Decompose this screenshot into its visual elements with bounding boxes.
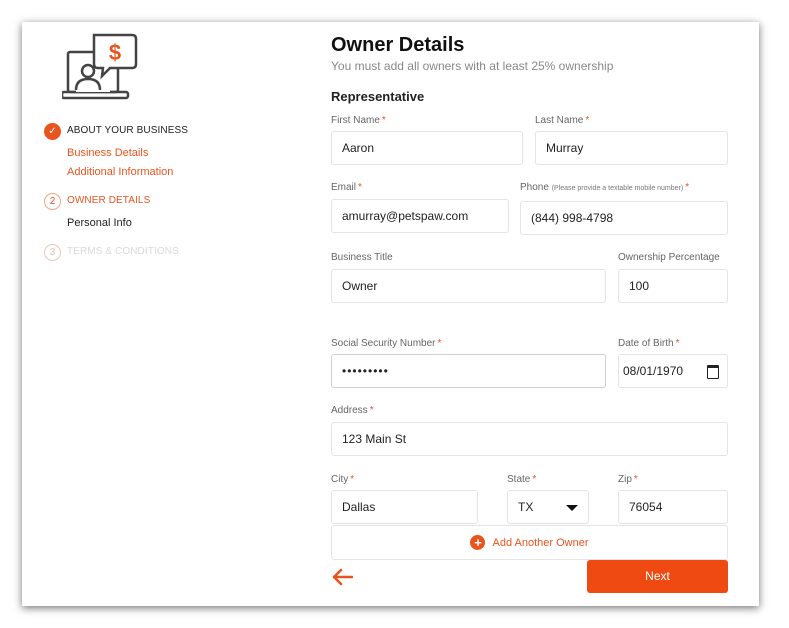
- person-with-dollar-speech-bubble-icon: $: [62, 33, 138, 100]
- add-another-owner-button[interactable]: + Add Another Owner: [331, 525, 728, 560]
- address-field[interactable]: 123 Main St: [331, 422, 728, 456]
- dob-label: Date of Birth *: [618, 338, 680, 349]
- dob-value: 08/01/1970: [623, 364, 684, 378]
- address-label: Address *: [331, 405, 374, 416]
- zip-field[interactable]: 76054: [618, 490, 728, 524]
- email-label: Email *: [331, 182, 362, 193]
- page-subtitle: You must add all owners with at least 25…: [331, 59, 614, 73]
- step-2-number: 2: [44, 193, 61, 210]
- step-1-check-icon: ✓: [44, 123, 61, 140]
- next-button[interactable]: Next: [587, 560, 728, 593]
- state-label: State *: [507, 474, 537, 485]
- page-title: Owner Details: [331, 34, 465, 56]
- phone-label: Phone (Please provide a textable mobile …: [520, 182, 690, 193]
- ssn-label: Social Security Number *: [331, 338, 442, 349]
- calendar-icon[interactable]: [707, 365, 719, 379]
- last-name-label: Last Name *: [535, 115, 590, 126]
- sidebar-item-additional-information[interactable]: Additional Information: [67, 166, 173, 178]
- city-label: City *: [331, 474, 355, 485]
- chevron-down-icon: [566, 505, 578, 511]
- section-heading: Representative: [331, 89, 425, 104]
- step-3-label: TERMS & CONDITIONS: [67, 246, 179, 257]
- sidebar-item-business-details[interactable]: Business Details: [67, 147, 148, 159]
- add-another-owner-label: Add Another Owner: [492, 536, 589, 549]
- dob-field[interactable]: 08/01/1970: [618, 354, 728, 388]
- onboarding-window: $ ✓ ABOUT YOUR BUSINESS Business Details…: [22, 22, 759, 606]
- svg-text:$: $: [109, 40, 121, 65]
- last-name-field[interactable]: Murray: [535, 131, 728, 165]
- step-1-label: ABOUT YOUR BUSINESS: [67, 125, 189, 136]
- zip-label: Zip *: [618, 474, 638, 485]
- first-name-field[interactable]: Aaron: [331, 131, 523, 165]
- ssn-field[interactable]: •••••••••: [331, 354, 606, 388]
- ownership-percentage-field[interactable]: 100: [618, 269, 728, 303]
- first-name-label: First Name *: [331, 115, 386, 126]
- plus-circle-icon: +: [470, 535, 486, 550]
- step-3-number: 3: [44, 244, 61, 261]
- phone-field[interactable]: (844) 998-4798: [520, 201, 728, 235]
- business-title-field[interactable]: Owner: [331, 269, 606, 303]
- ownership-percentage-label: Ownership Percentage: [618, 252, 720, 263]
- business-title-label: Business Title: [331, 252, 393, 263]
- state-select[interactable]: TX: [507, 490, 589, 524]
- back-arrow-icon[interactable]: [331, 568, 353, 586]
- state-value: TX: [518, 500, 534, 514]
- sidebar-item-personal-info[interactable]: Personal Info: [67, 217, 132, 229]
- email-field[interactable]: amurray@petspaw.com: [331, 199, 509, 233]
- city-field[interactable]: Dallas: [331, 490, 478, 524]
- step-2-label: OWNER DETAILS: [67, 195, 151, 206]
